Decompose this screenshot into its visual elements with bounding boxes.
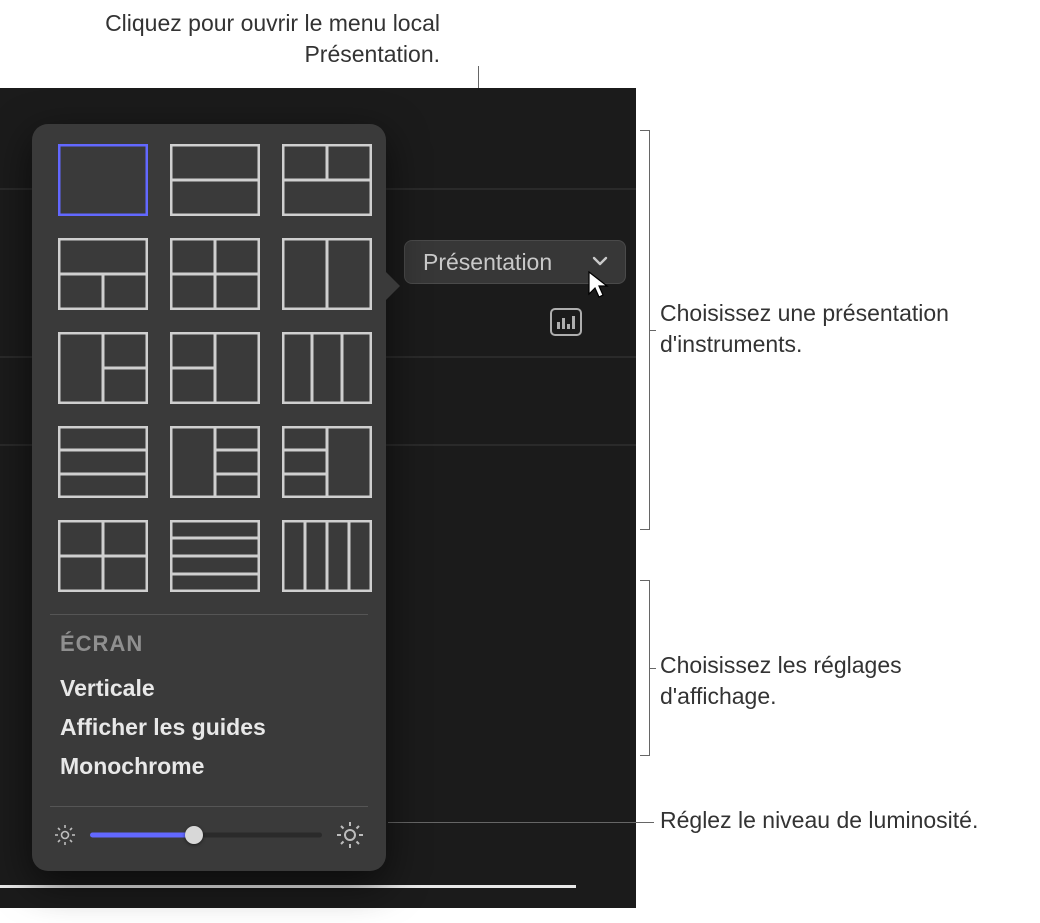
layout-option-9[interactable] (282, 332, 372, 404)
layout-option-7[interactable] (58, 332, 148, 404)
menu-item-monochrome[interactable]: Monochrome (60, 747, 358, 786)
bracket-tick (650, 330, 656, 331)
layout-option-13[interactable] (58, 520, 148, 592)
presentation-popover: ÉCRAN Verticale Afficher les guides Mono… (32, 124, 386, 871)
brightness-high-icon (336, 821, 364, 849)
bracket-layouts (640, 130, 650, 530)
layout-option-11[interactable] (170, 426, 260, 498)
presentation-button-label: Présentation (423, 249, 552, 276)
caption-brightness: Réglez le niveau de luminosité. (660, 805, 1020, 836)
leader-line-brightness (388, 822, 654, 823)
layout-option-8[interactable] (170, 332, 260, 404)
layout-option-15[interactable] (282, 520, 372, 592)
layout-option-12[interactable] (282, 426, 372, 498)
menu-item-show-guides[interactable]: Afficher les guides (60, 708, 358, 747)
brightness-controls (32, 807, 386, 871)
caption-layouts: Choisissez une présentation d'instrument… (660, 298, 1020, 360)
layout-option-2[interactable] (170, 144, 260, 216)
layout-option-1[interactable] (58, 144, 148, 216)
layout-option-4[interactable] (58, 238, 148, 310)
layout-option-14[interactable] (170, 520, 260, 592)
brightness-slider[interactable] (90, 824, 322, 846)
bracket-tick (650, 668, 656, 669)
timeline-highlight (0, 885, 576, 888)
caption-open-menu: Cliquez pour ouvrir le menu local Présen… (80, 8, 440, 70)
scopes-icon[interactable] (550, 308, 582, 336)
menu-heading-screen: ÉCRAN (60, 631, 358, 657)
brightness-low-icon (54, 824, 76, 846)
layout-option-10[interactable] (58, 426, 148, 498)
display-settings-section: ÉCRAN Verticale Afficher les guides Mono… (32, 615, 386, 806)
cursor-pointer-icon (586, 270, 612, 305)
layout-option-6[interactable] (282, 238, 372, 310)
layout-option-5[interactable] (170, 238, 260, 310)
layout-option-3[interactable] (282, 144, 372, 216)
caption-display: Choisissez les réglages d'affichage. (660, 650, 1020, 712)
layout-grid (32, 134, 386, 614)
bracket-display (640, 580, 650, 756)
menu-item-vertical[interactable]: Verticale (60, 669, 358, 708)
